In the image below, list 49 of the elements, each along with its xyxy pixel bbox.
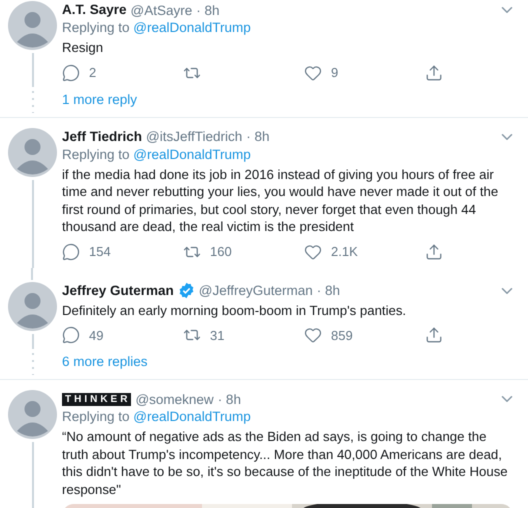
- user-name[interactable]: Jeffrey Guterman: [62, 282, 174, 300]
- mention-link[interactable]: @realDonaldTrump: [133, 146, 251, 162]
- share-icon: [425, 242, 443, 260]
- share-button[interactable]: [425, 242, 443, 260]
- timestamp[interactable]: · 8h: [196, 2, 220, 18]
- tweet-text: “No amount of negative ads as the Biden ad says, is going to change the truth about Trump's incompetency... More than 40,000 Americans are dead, this didn't have to be so, it's so because of the ineptitude of the White House response": [62, 428, 509, 498]
- like-button[interactable]: 2.1K: [304, 242, 358, 260]
- share-button[interactable]: [425, 64, 443, 82]
- tweet-text: Resign: [62, 39, 104, 56]
- mention-link[interactable]: @realDonaldTrump: [133, 20, 251, 35]
- replying-to-text: Replying to @realDonaldTrump: [62, 408, 252, 426]
- like-button[interactable]: 9: [304, 64, 338, 82]
- user-handle[interactable]: @AtSayre: [130, 2, 192, 18]
- avatar[interactable]: [8, 282, 57, 330]
- verified-badge-icon: [178, 282, 195, 299]
- heart-icon: [304, 326, 322, 344]
- user-handle[interactable]: @someknew: [135, 392, 214, 406]
- share-button[interactable]: [425, 326, 443, 344]
- user-handle[interactable]: @itsJeffTiedrich: [146, 129, 242, 144]
- share-icon: [425, 326, 443, 344]
- retweet-button[interactable]: 160: [183, 242, 232, 260]
- timestamp[interactable]: · 8h: [246, 129, 270, 144]
- more-replies-link[interactable]: 1 more reply: [62, 88, 138, 110]
- retweet-button[interactable]: 31: [183, 326, 224, 344]
- share-icon: [425, 64, 443, 82]
- replying-to-text: Replying to @realDonaldTrump: [62, 19, 252, 37]
- heart-icon: [304, 64, 322, 82]
- like-button[interactable]: 859: [304, 326, 353, 344]
- user-name[interactable]: THINKER: [62, 392, 132, 406]
- user-name[interactable]: Jeff Tiedrich: [62, 128, 142, 146]
- tweet-text: if the media had done its job in 2016 instead of giving you hours of free air time and never rebutting your lies, you would have never made it out of the first round of primaries, but cool story, never forget that even though 44 thousand are dead, the real victim is the president: [62, 166, 500, 236]
- user-handle[interactable]: @JeffreyGuterman: [198, 283, 313, 298]
- reply-button[interactable]: 2: [62, 64, 96, 82]
- avatar[interactable]: [8, 1, 57, 50]
- timestamp[interactable]: · 8h: [316, 283, 340, 298]
- timestamp[interactable]: · 8h: [218, 392, 241, 406]
- avatar[interactable]: [8, 390, 57, 439]
- reply-button[interactable]: 49: [62, 326, 104, 344]
- reply-icon: [62, 326, 80, 344]
- replying-to-text: Replying to @realDonaldTrump: [62, 146, 252, 164]
- heart-icon: [304, 242, 322, 260]
- reply-icon: [62, 64, 80, 82]
- reply-icon: [62, 242, 80, 260]
- mention-link[interactable]: @realDonaldTrump: [133, 409, 251, 424]
- reply-button[interactable]: 154: [62, 242, 111, 260]
- tweet-text: Definitely an early morning boom-boom in Trump's panties.: [62, 302, 408, 319]
- avatar[interactable]: [8, 128, 57, 176]
- more-replies-link[interactable]: 6 more replies: [62, 351, 148, 373]
- user-name[interactable]: A.T. Sayre: [62, 1, 127, 19]
